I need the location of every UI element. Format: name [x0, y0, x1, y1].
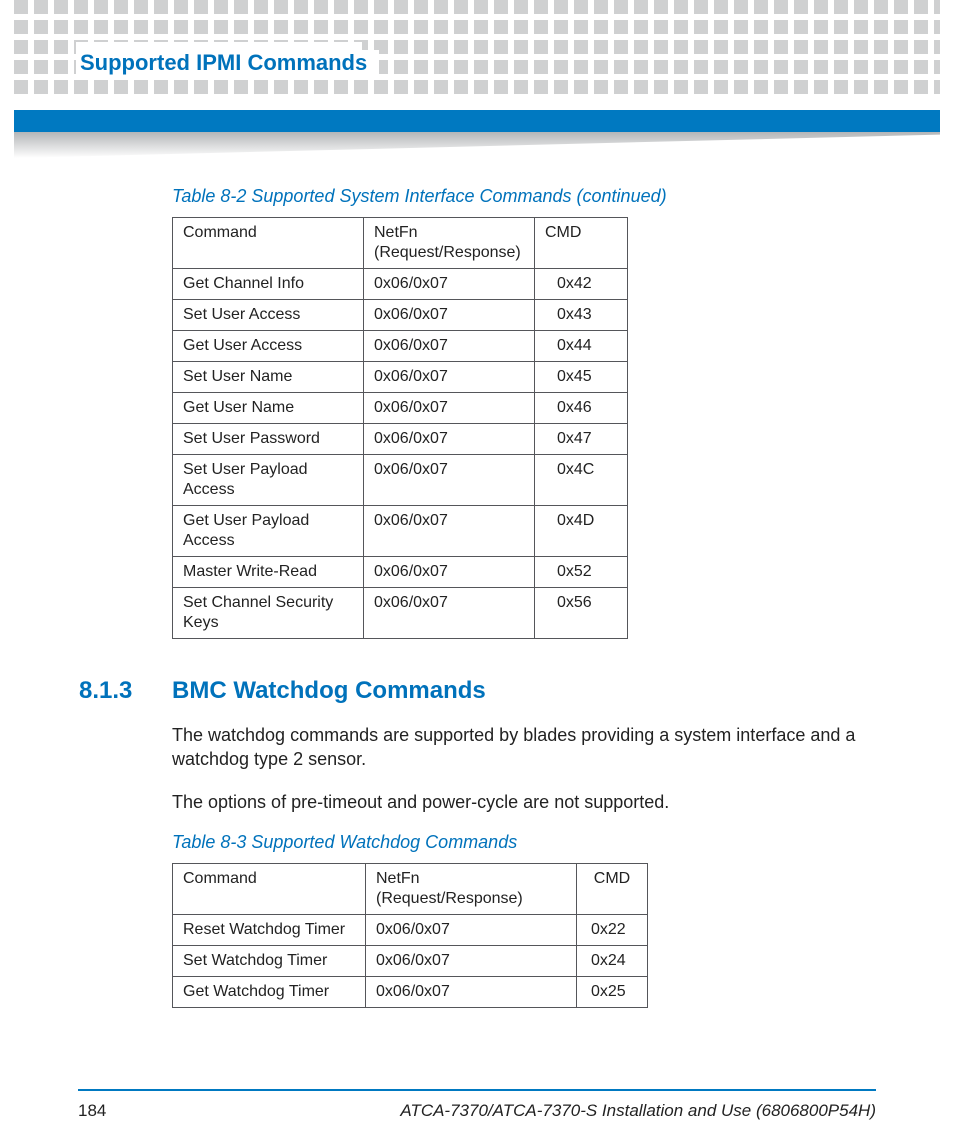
table-cell: Get User Name: [173, 393, 364, 424]
section-heading-8-1-3: 8.1.3 BMC Watchdog Commands: [79, 677, 874, 705]
table-cell: 0x06/0x07: [364, 557, 535, 588]
table-cell: 0x52: [535, 557, 628, 588]
table-cell: 0x06/0x07: [364, 424, 535, 455]
table-cell: Set User Access: [173, 300, 364, 331]
table-row: Master Write-Read0x06/0x070x52: [173, 557, 628, 588]
table-cell: 0x4D: [535, 506, 628, 557]
table-8-2-caption: Table 8-2 Supported System Interface Com…: [172, 186, 874, 207]
table-row: Set Channel Security Keys0x06/0x070x56: [173, 588, 628, 639]
section-number: 8.1.3: [79, 677, 172, 705]
document-title: ATCA-7370/ATCA-7370-S Installation and U…: [400, 1101, 876, 1121]
header-wedge-shadow: [14, 132, 940, 158]
table-cell: 0x56: [535, 588, 628, 639]
body-paragraph: The watchdog commands are supported by b…: [172, 723, 874, 772]
table-cell: 0x47: [535, 424, 628, 455]
page-footer: 184 ATCA-7370/ATCA-7370-S Installation a…: [78, 1101, 876, 1121]
table-cell: 0x06/0x07: [364, 362, 535, 393]
table-row: Reset Watchdog Timer0x06/0x070x22: [173, 914, 648, 945]
table-header-cell: Command: [173, 218, 364, 269]
table-cell: Master Write-Read: [173, 557, 364, 588]
table-cell: Get User Access: [173, 331, 364, 362]
page-header-title: Supported IPMI Commands: [80, 50, 379, 76]
table-cell: 0x4C: [535, 455, 628, 506]
table-row: Set Watchdog Timer0x06/0x070x24: [173, 945, 648, 976]
table-cell: 0x06/0x07: [366, 945, 577, 976]
table-cell: 0x06/0x07: [364, 506, 535, 557]
table-cell: 0x46: [535, 393, 628, 424]
table-cell: 0x06/0x07: [364, 300, 535, 331]
table-cell: 0x44: [535, 331, 628, 362]
table-cell: 0x24: [577, 945, 648, 976]
table-row: Get Channel Info0x06/0x070x42: [173, 269, 628, 300]
section-title: BMC Watchdog Commands: [172, 677, 486, 705]
table-cell: Get Watchdog Timer: [173, 976, 366, 1007]
table-cell: Get Channel Info: [173, 269, 364, 300]
table-header-cell: Command: [173, 863, 366, 914]
table-row: Get User Access0x06/0x070x44: [173, 331, 628, 362]
table-row: Get User Payload Access0x06/0x070x4D: [173, 506, 628, 557]
table-8-2: Command NetFn (Request/Response) CMD Get…: [172, 217, 628, 639]
table-cell: 0x06/0x07: [366, 976, 577, 1007]
table-row: Set User Access0x06/0x070x43: [173, 300, 628, 331]
table-row: Set User Payload Access0x06/0x070x4C: [173, 455, 628, 506]
table-row: Set User Name0x06/0x070x45: [173, 362, 628, 393]
table-8-3: Command NetFn (Request/Response) CMD Res…: [172, 863, 648, 1008]
table-cell: 0x42: [535, 269, 628, 300]
page-number: 184: [78, 1101, 106, 1121]
table-cell: 0x43: [535, 300, 628, 331]
body-paragraph: The options of pre-timeout and power-cyc…: [172, 790, 874, 814]
table-cell: 0x22: [577, 914, 648, 945]
table-cell: 0x06/0x07: [364, 588, 535, 639]
table-cell: Set User Name: [173, 362, 364, 393]
table-cell: 0x06/0x07: [366, 914, 577, 945]
table-cell: 0x06/0x07: [364, 331, 535, 362]
table-row: Get User Name0x06/0x070x46: [173, 393, 628, 424]
table-cell: 0x25: [577, 976, 648, 1007]
table-cell: 0x06/0x07: [364, 393, 535, 424]
footer-rule: [78, 1089, 876, 1091]
table-8-3-caption: Table 8-3 Supported Watchdog Commands: [172, 832, 874, 853]
table-cell: 0x06/0x07: [364, 269, 535, 300]
table-cell: 0x06/0x07: [364, 455, 535, 506]
table-cell: Set Channel Security Keys: [173, 588, 364, 639]
table-header-cell: CMD: [535, 218, 628, 269]
table-header-cell: CMD: [577, 863, 648, 914]
table-cell: Set Watchdog Timer: [173, 945, 366, 976]
table-row: Set User Password0x06/0x070x47: [173, 424, 628, 455]
table-row: Get Watchdog Timer0x06/0x070x25: [173, 976, 648, 1007]
table-cell: Set User Password: [173, 424, 364, 455]
table-cell: 0x45: [535, 362, 628, 393]
header-blue-bar: [14, 110, 940, 132]
table-header-cell: NetFn (Request/Response): [364, 218, 535, 269]
table-cell: Reset Watchdog Timer: [173, 914, 366, 945]
table-header-cell: NetFn (Request/Response): [366, 863, 577, 914]
table-cell: Set User Payload Access: [173, 455, 364, 506]
table-cell: Get User Payload Access: [173, 506, 364, 557]
